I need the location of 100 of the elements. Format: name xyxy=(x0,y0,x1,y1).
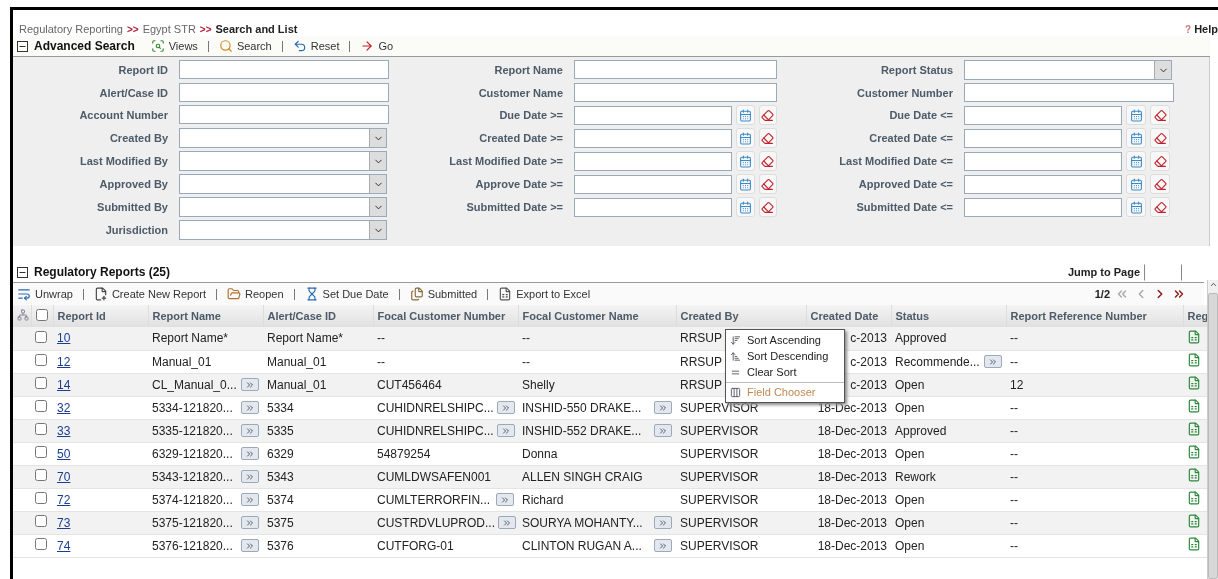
clear-button[interactable] xyxy=(758,197,777,217)
row-checkbox[interactable] xyxy=(35,538,47,550)
date-field[interactable] xyxy=(964,151,1122,171)
column-header[interactable]: Created Date xyxy=(806,305,891,327)
report-link[interactable]: 73 xyxy=(57,515,71,530)
column-header[interactable]: Created By xyxy=(676,305,806,327)
date-field[interactable] xyxy=(574,128,732,148)
more-button[interactable] xyxy=(241,516,259,529)
dropdown-field[interactable] xyxy=(179,128,387,148)
menu-item[interactable]: Clear Sort xyxy=(726,364,844,380)
clear-button[interactable] xyxy=(758,174,777,194)
calendar-button[interactable] xyxy=(1126,174,1146,194)
spreadsheet-icon[interactable] xyxy=(1187,329,1201,344)
row-checkbox[interactable] xyxy=(35,423,47,435)
more-button[interactable] xyxy=(496,493,514,506)
toolbar-button[interactable]: Set Due Date xyxy=(300,287,393,301)
more-button[interactable] xyxy=(241,378,259,391)
row-checkbox[interactable] xyxy=(35,469,47,481)
toolbar-button[interactable]: Reset xyxy=(288,39,344,53)
row-checkbox[interactable] xyxy=(35,492,47,504)
column-header[interactable]: Alert/Case ID xyxy=(263,305,373,327)
select-all-checkbox[interactable] xyxy=(35,309,48,321)
more-button[interactable] xyxy=(498,516,516,529)
breadcrumb-item[interactable]: Egypt STR xyxy=(142,23,196,35)
scrollbar[interactable] xyxy=(1207,280,1218,579)
column-header[interactable]: Focal Customer Name xyxy=(518,305,676,327)
toolbar-button[interactable]: Search xyxy=(214,39,276,53)
spreadsheet-icon[interactable] xyxy=(1187,376,1201,390)
more-button[interactable] xyxy=(654,539,672,552)
date-field[interactable] xyxy=(964,197,1122,217)
clear-button[interactable] xyxy=(1150,174,1170,194)
toolbar-button[interactable]: Create New Report xyxy=(89,287,211,301)
clear-button[interactable] xyxy=(1150,105,1170,125)
report-link[interactable]: 70 xyxy=(57,469,71,484)
dropdown-field[interactable] xyxy=(179,174,387,194)
row-checkbox[interactable] xyxy=(35,354,47,366)
clear-button[interactable] xyxy=(758,105,777,125)
date-field[interactable] xyxy=(964,174,1122,194)
row-checkbox[interactable] xyxy=(35,515,47,527)
date-field[interactable] xyxy=(574,105,732,125)
calendar-button[interactable] xyxy=(1126,105,1146,125)
date-field[interactable] xyxy=(574,151,732,171)
page-field[interactable] xyxy=(1144,263,1182,281)
clear-button[interactable] xyxy=(1150,151,1170,171)
spreadsheet-icon[interactable] xyxy=(1187,491,1201,505)
more-button[interactable] xyxy=(496,424,515,437)
calendar-button[interactable] xyxy=(736,105,755,125)
column-header[interactable]: Report Reference Number xyxy=(1006,305,1183,327)
report-link[interactable]: 50 xyxy=(57,446,71,461)
more-button[interactable] xyxy=(241,447,259,460)
toolbar-button[interactable]: Export to Excel xyxy=(494,287,595,301)
row-checkbox[interactable] xyxy=(35,400,47,412)
report-link[interactable]: 72 xyxy=(57,492,71,507)
menu-item[interactable]: Sort Descending xyxy=(726,348,844,364)
toolbar-button[interactable]: Unwrap xyxy=(13,287,77,301)
help-link[interactable]: Help xyxy=(1194,23,1218,35)
toolbar-button[interactable]: Go xyxy=(356,39,398,53)
column-header[interactable]: Report Id xyxy=(53,305,148,327)
text-field[interactable] xyxy=(179,83,389,102)
report-link[interactable]: 33 xyxy=(57,423,71,438)
clear-button[interactable] xyxy=(1150,128,1170,148)
calendar-button[interactable] xyxy=(1126,128,1146,148)
spreadsheet-icon[interactable] xyxy=(1187,353,1201,367)
pager-button[interactable] xyxy=(1172,287,1186,301)
more-button[interactable] xyxy=(654,424,672,437)
text-field[interactable] xyxy=(574,60,777,79)
calendar-button[interactable] xyxy=(736,128,755,148)
date-field[interactable] xyxy=(574,174,732,194)
menu-item[interactable]: Sort Ascending xyxy=(726,332,844,348)
row-checkbox[interactable] xyxy=(35,446,47,458)
spreadsheet-icon[interactable] xyxy=(1187,537,1201,551)
report-link[interactable]: 10 xyxy=(57,331,71,346)
toolbar-button[interactable]: Reopen xyxy=(223,287,288,301)
more-button[interactable] xyxy=(654,401,672,414)
collapse-icon[interactable] xyxy=(17,266,28,278)
more-button[interactable] xyxy=(241,493,259,506)
row-checkbox[interactable] xyxy=(35,377,47,389)
report-link[interactable]: 32 xyxy=(57,400,71,415)
spreadsheet-icon[interactable] xyxy=(1187,445,1201,459)
toolbar-button[interactable]: Views xyxy=(146,39,202,53)
calendar-button[interactable] xyxy=(736,151,755,171)
toolbar-button[interactable]: Submitted xyxy=(405,287,482,301)
text-field[interactable] xyxy=(179,60,389,79)
column-header[interactable]: Report Name xyxy=(148,305,263,327)
column-header[interactable]: Status xyxy=(891,305,1006,327)
dropdown-field[interactable] xyxy=(964,60,1172,80)
clear-button[interactable] xyxy=(758,151,777,171)
dropdown-field[interactable] xyxy=(179,220,387,240)
text-field[interactable] xyxy=(179,105,389,124)
report-link[interactable]: 14 xyxy=(57,377,71,392)
more-button[interactable] xyxy=(241,470,259,483)
date-field[interactable] xyxy=(574,197,732,217)
more-button[interactable] xyxy=(241,401,259,414)
spreadsheet-icon[interactable] xyxy=(1187,514,1201,528)
more-button[interactable] xyxy=(984,355,1002,368)
tree-icon[interactable] xyxy=(17,309,29,321)
collapse-icon[interactable] xyxy=(17,40,28,52)
report-link[interactable]: 12 xyxy=(57,354,71,369)
more-button[interactable] xyxy=(496,401,515,414)
calendar-button[interactable] xyxy=(1126,151,1146,171)
